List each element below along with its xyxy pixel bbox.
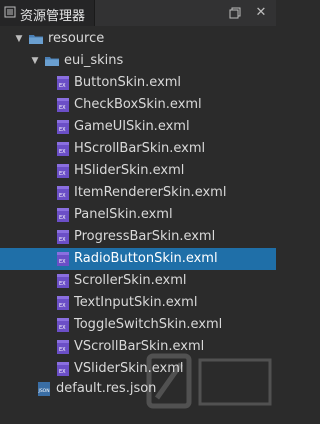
exml-file-icon: EX <box>57 164 69 178</box>
restore-icon[interactable] <box>226 4 244 22</box>
tree-file-item[interactable]: EX HSliderSkin.exml <box>0 160 276 182</box>
file-label: ButtonSkin.exml <box>74 75 182 90</box>
folder-open-icon <box>29 35 43 44</box>
tree-file-item[interactable]: EX PanelSkin.exml <box>0 204 276 226</box>
file-label: GameUISkin.exml <box>74 119 190 134</box>
panel-titlebar: 资源管理器 ✕ <box>0 0 276 26</box>
file-label: ToggleSwitchSkin.exml <box>74 317 223 332</box>
exml-file-icon: EX <box>57 186 69 200</box>
file-label: ProgressBarSkin.exml <box>74 229 216 244</box>
svg-text:EX: EX <box>59 171 66 177</box>
exml-file-icon: EX <box>57 208 69 222</box>
exml-file-icon: EX <box>57 230 69 244</box>
svg-text:EX: EX <box>59 215 66 221</box>
exml-file-icon: EX <box>57 296 69 310</box>
file-label: CheckBoxSkin.exml <box>74 97 202 112</box>
file-label: HScrollBarSkin.exml <box>74 141 206 156</box>
folder-label: resource <box>48 31 105 46</box>
tree-file-item[interactable]: EX ProgressBarSkin.exml <box>0 226 276 248</box>
folder-open-icon <box>45 57 59 66</box>
svg-text:EX: EX <box>59 369 66 375</box>
file-label: PanelSkin.exml <box>74 207 173 222</box>
exml-file-icon: EX <box>57 76 69 90</box>
folder-label: eui_skins <box>64 53 124 68</box>
tree-file-item[interactable]: EX ButtonSkin.exml <box>0 72 276 94</box>
file-label: HSliderSkin.exml <box>74 163 185 178</box>
tree-file-item[interactable]: EX ToggleSwitchSkin.exml <box>0 314 276 336</box>
svg-text:EX: EX <box>59 303 66 309</box>
svg-text:EX: EX <box>59 127 66 133</box>
explorer-icon <box>4 6 16 18</box>
chevron-down-icon[interactable]: ▼ <box>30 55 40 67</box>
svg-text:EX: EX <box>59 193 66 199</box>
tree-file-item[interactable]: EX GameUISkin.exml <box>0 116 276 138</box>
file-label: default.res.json <box>56 381 157 396</box>
svg-text:EX: EX <box>59 259 66 265</box>
json-file-icon: JSON <box>38 382 50 396</box>
exml-file-icon: EX <box>57 252 69 266</box>
tree-file-item[interactable]: EX ItemRendererSkin.exml <box>0 182 276 204</box>
tree-file-item[interactable]: EX TextInputSkin.exml <box>0 292 276 314</box>
file-tree: ▼ resource ▼ eui_skins EX ButtonSkin.exm… <box>0 26 276 409</box>
exml-file-icon: EX <box>57 120 69 134</box>
svg-text:EX: EX <box>59 83 66 89</box>
svg-text:EX: EX <box>59 149 66 155</box>
exml-file-icon: EX <box>57 142 69 156</box>
tree-file-item[interactable]: EX ScrollerSkin.exml <box>0 270 276 292</box>
exml-file-icon: EX <box>57 274 69 288</box>
exml-file-icon: EX <box>57 362 69 376</box>
exml-file-icon: EX <box>57 340 69 354</box>
chevron-down-icon[interactable]: ▼ <box>14 33 24 45</box>
exml-file-icon: EX <box>57 98 69 112</box>
watermark-logo <box>146 353 272 409</box>
svg-text:EX: EX <box>59 325 66 331</box>
tree-file-item[interactable]: EX HScrollBarSkin.exml <box>0 138 276 160</box>
svg-text:EX: EX <box>59 237 66 243</box>
svg-text:JSON: JSON <box>38 388 50 394</box>
svg-text:EX: EX <box>59 281 66 287</box>
file-label: RadioButtonSkin.exml <box>74 251 218 266</box>
close-icon[interactable]: ✕ <box>252 4 270 22</box>
tree-file-item[interactable]: EX CheckBoxSkin.exml <box>0 94 276 116</box>
tree-file-item-selected[interactable]: EX RadioButtonSkin.exml <box>0 248 276 270</box>
svg-text:EX: EX <box>59 105 66 111</box>
file-label: ItemRendererSkin.exml <box>74 185 227 200</box>
svg-text:EX: EX <box>59 347 66 353</box>
explorer-tab[interactable]: 资源管理器 <box>0 0 95 26</box>
exml-file-icon: EX <box>57 318 69 332</box>
tree-folder-resource[interactable]: ▼ resource <box>0 28 276 50</box>
file-label: ScrollerSkin.exml <box>74 273 187 288</box>
file-label: TextInputSkin.exml <box>74 295 198 310</box>
tree-folder-eui-skins[interactable]: ▼ eui_skins <box>0 50 276 72</box>
panel-title: 资源管理器 <box>20 9 86 24</box>
